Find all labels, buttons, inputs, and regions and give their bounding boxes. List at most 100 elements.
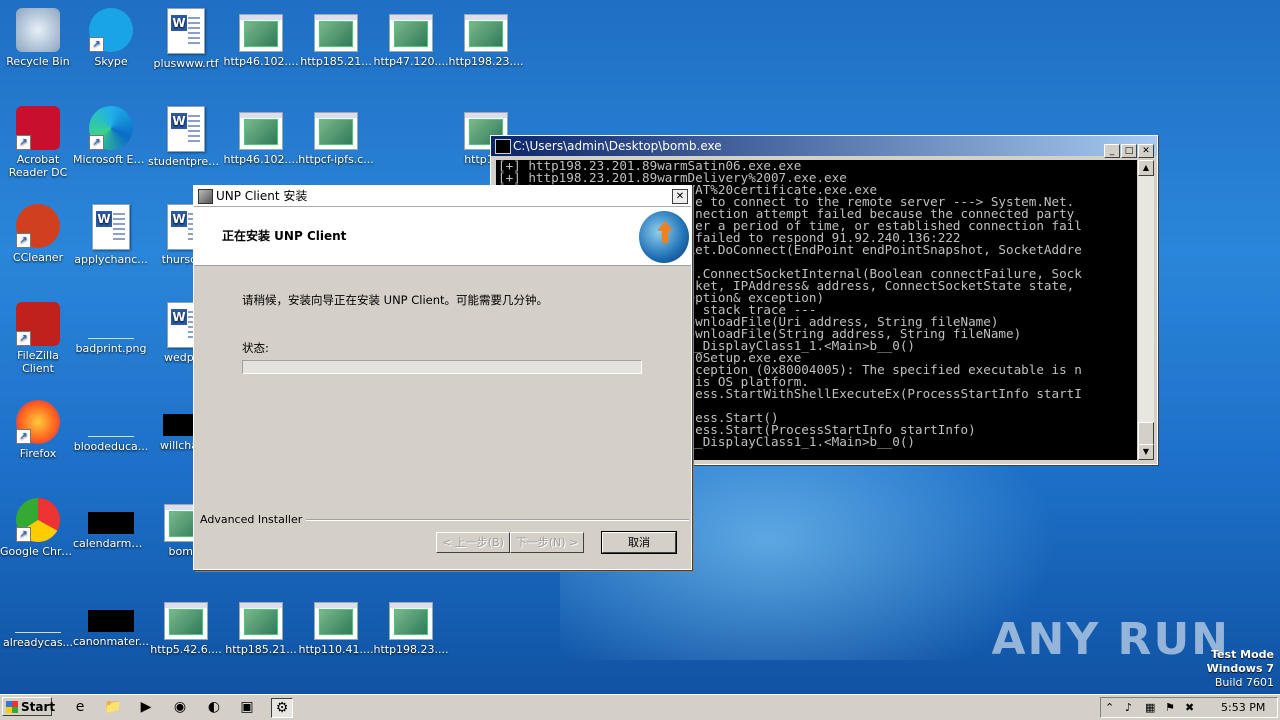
cancel-button[interactable]: 取消 [601, 531, 677, 554]
desktop-icon-http185-1[interactable]: http185.21... [298, 8, 374, 68]
desktop-icon-msedge[interactable]: Microsoft Edge [73, 106, 149, 166]
http5-icon [164, 602, 208, 640]
scroll-up-icon[interactable]: ▲ [1138, 160, 1154, 176]
close-button[interactable]: ✕ [1138, 144, 1154, 158]
http198-3-icon [389, 602, 433, 640]
pluswww-icon: W [167, 8, 205, 54]
recycle-bin-icon [16, 8, 60, 52]
console-icon [495, 139, 511, 154]
minimize-button[interactable]: _ [1104, 144, 1120, 158]
start-button[interactable]: Start [2, 697, 55, 716]
desktop-icon-firefox[interactable]: Firefox [0, 400, 76, 460]
footer-divider [292, 519, 689, 521]
media-player-icon[interactable]: ▶ [136, 698, 156, 716]
clock[interactable]: 5:53 PM [1221, 698, 1265, 717]
console-scrollbar[interactable]: ▲ ▼ [1138, 160, 1154, 460]
console-titlebar[interactable]: C:\Users\admin\Desktop\bomb.exe _ □ ✕ [491, 136, 1157, 158]
skype-icon [89, 8, 133, 52]
http198-1-icon [464, 14, 508, 52]
installer-dialog[interactable]: UNP Client 安装 ✕ 正在安装 UNP Client 请稍候，安装向导… [193, 185, 692, 570]
desktop-icon-label: calendarmet... [73, 537, 149, 550]
desktop-icon-label: badprint.png [75, 342, 147, 355]
filezilla-icon [16, 302, 60, 346]
maximize-button[interactable]: □ [1121, 144, 1137, 158]
msedge-icon [89, 106, 133, 150]
power-icon[interactable]: ✖ [1185, 698, 1194, 717]
desktop-icon-http46-2[interactable]: http46.102.... [223, 106, 299, 166]
volume-icon[interactable]: ♪ [1125, 698, 1132, 717]
firefox-icon [16, 400, 60, 444]
test-mode-line3: Build 7601 [1214, 676, 1274, 689]
installer-app-icon [198, 189, 213, 204]
http110-icon [314, 602, 358, 640]
desktop-icon-label: Microsoft Edge [73, 153, 149, 166]
chrome-icon [16, 498, 60, 542]
ie-icon[interactable]: e [70, 698, 90, 716]
ccleaner-icon [16, 204, 60, 248]
tray-expand-icon[interactable]: ⌃ [1105, 698, 1114, 717]
applychance-icon: W [92, 204, 130, 250]
desktop-icon-label: http5.42.6.... [150, 643, 222, 656]
desktop-icon-calendarmet[interactable]: calendarmet... [73, 498, 149, 550]
http185-2-icon [239, 602, 283, 640]
httpcf-icon [314, 112, 358, 150]
installer-close-button[interactable]: ✕ [672, 189, 688, 204]
desktop-icon-label: Google Chrome [0, 545, 76, 558]
desktop-icon-label: Recycle Bin [6, 55, 70, 68]
desktop-icon-label: http46.102.... [223, 153, 299, 166]
canonmate-icon [88, 610, 134, 632]
taskbar: Start e 📁 ▶ ◉ ◐ ▣ ⚙ ⌃ ♪ ▦ ⚑ ✖ 5:53 PM [0, 694, 1280, 720]
desktop-icon-filezilla[interactable]: FileZilla Client [0, 302, 76, 375]
installer-titlebar[interactable]: UNP Client 安装 ✕ [194, 186, 691, 207]
desktop-icon-label: Skype [94, 55, 128, 68]
desktop-icon-httpcf[interactable]: httpcf-ipfs.c... [298, 106, 374, 166]
desktop-icon-label: http198.23.... [373, 643, 449, 656]
desktop-icon-alreadycas[interactable]: alreadycas... [0, 596, 76, 649]
desktop-icon-http110[interactable]: http110.41.... [298, 596, 374, 656]
desktop-icon-http198-3[interactable]: http198.23.... [373, 596, 449, 656]
console-taskbar-icon[interactable]: ▣ [237, 698, 257, 716]
back-button[interactable]: < 上一步(B) [436, 532, 510, 553]
install-progress-bar [242, 360, 642, 374]
desktop-icon-label: http198.23.... [448, 55, 524, 68]
desktop-icon-label: http185.21... [300, 55, 372, 68]
desktop-icon-http46-1[interactable]: http46.102.... [223, 8, 299, 68]
desktop-icon-http185-2[interactable]: http185.21... [223, 596, 299, 656]
flag-icon[interactable]: ⚑ [1165, 698, 1175, 717]
test-mode-line2: Windows 7 [1206, 662, 1274, 675]
bloodeduca-icon [88, 414, 134, 437]
test-mode-notice: Test Mode Windows 7 Build 7601 [1207, 648, 1274, 690]
desktop-icon-recycle-bin[interactable]: Recycle Bin [0, 8, 76, 68]
desktop-icon-label: CCleaner [12, 251, 64, 264]
installer-taskbar-icon[interactable]: ⚙ [271, 698, 293, 718]
installer-banner: 正在安装 UNP Client [194, 207, 691, 266]
calendarmet-icon [88, 512, 134, 534]
desktop-icon-http5[interactable]: http5.42.6.... [148, 596, 224, 656]
desktop-icon-bloodeduca[interactable]: bloodeduca... [73, 400, 149, 453]
desktop-icon-studentpres[interactable]: Wstudentpres... [148, 106, 224, 168]
network-icon[interactable]: ▦ [1145, 698, 1155, 717]
desktop-icon-chrome[interactable]: Google Chrome [0, 498, 76, 558]
next-button[interactable]: 下一步(N) > [510, 532, 584, 553]
chrome-taskbar-icon[interactable]: ◉ [170, 698, 190, 716]
alreadycas-icon [15, 610, 61, 633]
desktop-icon-ccleaner[interactable]: CCleaner [0, 204, 76, 264]
desktop-icon-pluswww[interactable]: Wpluswww.rtf [148, 8, 224, 70]
scroll-down-icon[interactable]: ▼ [1138, 444, 1154, 460]
edge-taskbar-icon[interactable]: ◐ [204, 698, 224, 716]
desktop-icon-label: Acrobat Reader DC [8, 153, 68, 179]
desktop-icon-label: studentpres... [148, 155, 224, 168]
desktop-icon-http198-1[interactable]: http198.23.... [448, 8, 524, 68]
desktop-icon-badprint[interactable]: badprint.png [73, 302, 149, 355]
desktop-icon-label: pluswww.rtf [153, 57, 219, 70]
desktop-icon-canonmate[interactable]: canonmater... [73, 596, 149, 648]
desktop-icon-skype[interactable]: Skype [73, 8, 149, 68]
desktop-icon-label: http110.41.... [298, 643, 374, 656]
explorer-icon[interactable]: 📁 [103, 698, 123, 716]
desktop-icon-http47[interactable]: http47.120.... [373, 8, 449, 68]
installer-brand: Advanced Installer [200, 513, 307, 526]
desktop-icon-applychance[interactable]: Wapplychanc... [73, 204, 149, 266]
desktop-icon-acrobat[interactable]: Acrobat Reader DC [0, 106, 76, 179]
desktop-icon-label: bloodeduca... [73, 440, 149, 453]
desktop-icon-label: alreadycas... [2, 636, 74, 649]
